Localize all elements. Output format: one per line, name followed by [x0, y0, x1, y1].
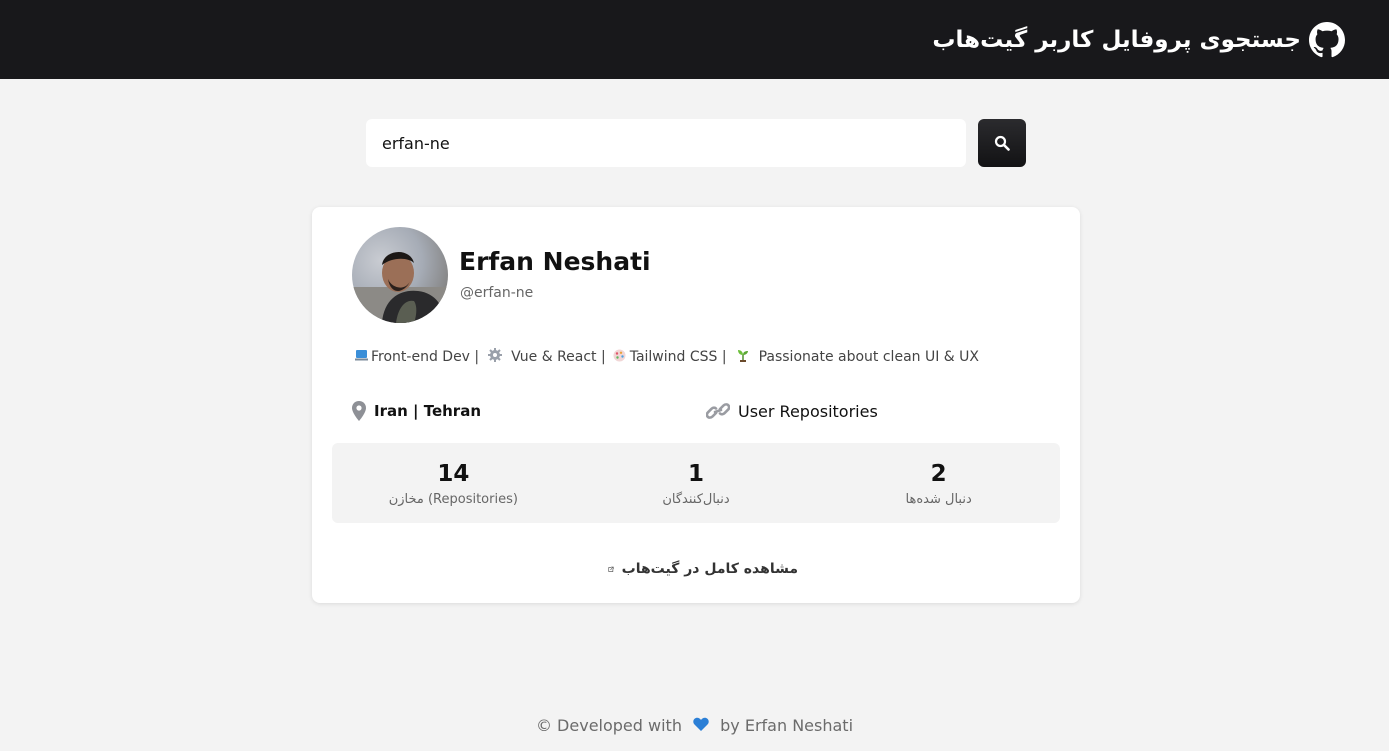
view-on-github-link[interactable]: مشاهده کامل در گیت‌هاب — [608, 561, 798, 577]
laptop-icon — [353, 349, 369, 364]
stat-repositories: 14 مخازن (Repositories) — [333, 460, 573, 507]
search-icon — [994, 135, 1010, 151]
profile-bio: Front-end Dev | Vue & React | Tailwind C… — [353, 348, 979, 365]
stat-label: مخازن (Repositories) — [388, 491, 518, 507]
footer-text-before: © Developed with — [535, 716, 682, 735]
stat-value: 2 — [930, 460, 947, 487]
bio-text-frontend: Front-end Dev | — [371, 348, 480, 365]
footer: © Developed with by Erfan Neshati — [0, 716, 1389, 735]
bio-text-passion: Passionate about clean UI & UX — [758, 348, 979, 365]
seedling-icon — [735, 348, 751, 365]
stat-followers: 1 دنبال‌کنندگان — [576, 460, 816, 507]
stat-label: دنبال شده‌ها — [905, 491, 972, 507]
stat-label: دنبال‌کنندگان — [662, 491, 730, 507]
page-title: جستجوی پروفایل کاربر گیت‌هاب — [932, 26, 1301, 53]
search-bar — [366, 119, 1026, 167]
stat-value: 14 — [437, 460, 470, 487]
user-repositories-link[interactable]: User Repositories — [706, 401, 878, 421]
link-icon — [706, 403, 730, 419]
search-input[interactable] — [366, 119, 966, 167]
avatar-photo — [352, 251, 448, 323]
brand: جستجوی پروفایل کاربر گیت‌هاب — [932, 21, 1345, 58]
stat-value: 1 — [687, 460, 704, 487]
profile-username: @erfan-ne — [460, 285, 534, 301]
stat-following: 2 دنبال شده‌ها — [819, 460, 1059, 507]
github-icon — [1309, 21, 1345, 57]
heart-icon — [693, 716, 709, 735]
location-pin-icon — [352, 401, 366, 421]
profile-card: Erfan Neshati @erfan-ne Front-end Dev | … — [312, 207, 1080, 603]
profile-name: Erfan Neshati — [459, 247, 651, 276]
top-bar: جستجوی پروفایل کاربر گیت‌هاب — [0, 0, 1389, 79]
avatar — [352, 227, 448, 323]
stats-panel: 14 مخازن (Repositories) 1 دنبال‌کنندگان … — [332, 443, 1060, 523]
view-on-github-label: مشاهده کامل در گیت‌هاب — [621, 561, 798, 577]
gear-icon — [487, 348, 503, 365]
palette-icon — [612, 349, 628, 365]
search-button[interactable] — [978, 119, 1026, 167]
location-text: Iran | Tehran — [374, 402, 481, 420]
external-link-icon — [608, 566, 614, 572]
profile-location: Iran | Tehran — [352, 401, 481, 421]
footer-text-after: by Erfan Neshati — [720, 716, 854, 735]
user-repositories-label: User Repositories — [738, 401, 878, 421]
bio-text-tailwind: Tailwind CSS | — [629, 348, 727, 365]
bio-text-frameworks: Vue & React | — [511, 348, 606, 365]
